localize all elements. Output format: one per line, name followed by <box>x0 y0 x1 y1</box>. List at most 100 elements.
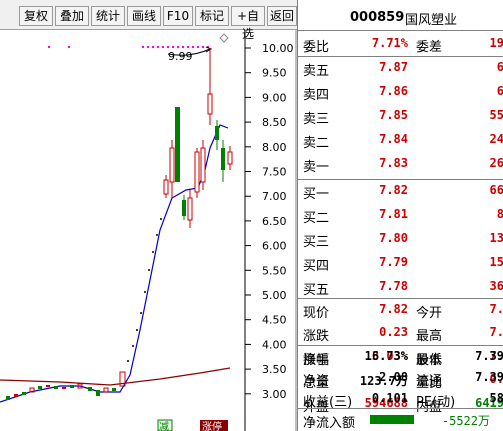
sell-row[interactable]: 卖三 7.85 55 <box>298 105 503 129</box>
buy-row[interactable]: 买三 7.80 13 <box>298 228 503 252</box>
f10-button[interactable]: F10 <box>163 6 193 26</box>
level-label: 买四 <box>303 259 330 274</box>
price-tick-label: 5.00 <box>262 289 287 302</box>
sell-row[interactable]: 卖五 7.87 6 <box>298 57 503 81</box>
back-button[interactable]: 返回 <box>267 6 297 26</box>
netflow-label: 净流入额 <box>303 416 356 431</box>
svg-text:减: 减 <box>159 421 169 431</box>
buy-row[interactable]: 买二 7.81 8 <box>298 204 503 228</box>
stat-value: 0.101 <box>371 391 408 405</box>
sell-row[interactable]: 卖一 7.83 26 <box>298 153 503 177</box>
stock-code: 000859 <box>350 10 405 25</box>
stat-value: 7.39 <box>475 370 503 384</box>
level-price: 7.85 <box>379 108 408 122</box>
draw-line-button[interactable]: 画线 <box>127 6 161 26</box>
level-volume: 24 <box>489 132 503 146</box>
chart-toolbar: 复权 叠加 统计 画线 F10 标记 +自选 返回 <box>0 0 297 41</box>
weibi-row: 委比 7.71% 委差 19 <box>298 33 503 57</box>
price-tick-label: 8.50 <box>262 116 287 129</box>
stat-value: 16.73% <box>364 349 408 363</box>
stat-value: 7. <box>489 302 503 316</box>
price-tick-label: 4.50 <box>262 314 287 327</box>
level-volume: 15 <box>489 255 503 269</box>
stat-label: 今开 <box>416 306 443 321</box>
stat-label: 涨跌 <box>303 329 330 345</box>
netflow-row: 净流入额 -5522万 <box>298 409 503 431</box>
buy-row[interactable]: 买一 7.82 66 <box>298 180 503 204</box>
level-price: 7.81 <box>379 207 408 221</box>
netflow-bar <box>370 415 414 424</box>
level-price: 7.87 <box>379 60 408 74</box>
sell-row[interactable]: 卖四 7.86 6 <box>298 81 503 105</box>
level-price: 7.82 <box>379 183 408 197</box>
stat-label: 现价 <box>303 306 330 321</box>
stat-label: 股本 <box>416 353 443 368</box>
kline-svg: 10.00 9.50 9.00 8.50 8.00 7.50 7.00 6.50 6.00 5.5… <box>0 30 297 431</box>
price-tick-label: 10.00 <box>262 42 294 55</box>
weibi-value: 7.71% <box>371 36 408 50</box>
price-tick-label: 4.00 <box>262 338 287 351</box>
stat-value: 7. <box>489 325 503 340</box>
buy-row[interactable]: 买五 7.78 36 <box>298 276 503 300</box>
stat-label: 换手 <box>303 353 330 368</box>
price-tick-label: 9.50 <box>262 67 287 80</box>
ma-short-line <box>0 124 229 403</box>
kline-chart[interactable]: 10.00 9.50 9.00 8.50 8.00 7.50 7.00 6.50 6.00 5.5… <box>0 30 297 431</box>
buy-row[interactable]: 买四 7.79 15 <box>298 252 503 276</box>
level-volume: 36 <box>489 279 503 293</box>
price-tick-label: 6.50 <box>262 215 287 228</box>
stock-header: 000859 国风塑业 <box>298 6 503 31</box>
price-axis: 10.00 9.50 9.00 8.50 8.00 7.50 7.00 6.50 6.00 5.5… <box>245 42 294 401</box>
level-label: 卖四 <box>303 88 330 103</box>
stat-label: 净资 <box>303 374 330 389</box>
level-price: 7.80 <box>379 231 408 245</box>
netflow-value: -5522万 <box>441 414 490 428</box>
level-price: 7.78 <box>379 279 408 293</box>
level-volume: 6 <box>496 84 503 98</box>
level-label: 买三 <box>303 235 330 250</box>
mark-button[interactable]: 标记 <box>195 6 229 26</box>
overlay-button[interactable]: 叠加 <box>55 6 89 26</box>
level-price: 7.84 <box>379 132 408 146</box>
fuquan-button[interactable]: 复权 <box>19 6 53 26</box>
price-tick-label: 7.50 <box>262 166 287 179</box>
level-price: 7.83 <box>379 156 408 170</box>
level-price: 7.79 <box>379 255 408 269</box>
statistics-button[interactable]: 统计 <box>91 6 125 26</box>
level-volume: 13 <box>489 231 503 245</box>
level-price: 7.86 <box>379 84 408 98</box>
high-price-label: 9.99 <box>168 50 193 63</box>
candles <box>6 48 233 400</box>
level-volume: 55 <box>489 108 503 122</box>
level-volume: 8 <box>496 207 503 221</box>
stat-label: 最高 <box>416 329 443 345</box>
level-label: 买五 <box>303 283 330 298</box>
stock-name: 国风塑业 <box>405 13 458 28</box>
stat-value: 7.39 <box>475 349 503 363</box>
level-label: 卖二 <box>303 136 330 151</box>
stat-value: 2.08 <box>379 370 408 384</box>
app-window: 复权 叠加 统计 画线 F10 标记 +自选 返回 10.00 9.50 9.00 8… <box>0 0 503 431</box>
price-tick-label: 5.50 <box>262 264 287 277</box>
stat-label: 流通 <box>416 374 443 389</box>
price-tick-label: 6.00 <box>262 240 287 253</box>
level-volume: 6 <box>496 60 503 74</box>
level-volume: 26 <box>489 156 503 170</box>
stat-value: 7.82 <box>379 302 408 316</box>
price-tick-label: 3.00 <box>262 388 287 401</box>
add-watchlist-button[interactable]: +自选 <box>231 6 265 41</box>
weicha-value: 19 <box>489 36 503 50</box>
sell-row[interactable]: 卖二 7.84 24 <box>298 129 503 153</box>
quote-panel: 000859 国风塑业 委比 7.71% 委差 19 卖五 7.87 6 卖四 7.86… <box>297 0 503 431</box>
level-label: 卖三 <box>303 112 330 127</box>
level-label: 买一 <box>303 187 330 202</box>
weibi-label: 委比 <box>303 40 330 55</box>
price-tick-label: 8.00 <box>262 141 287 154</box>
price-tick-label: 9.00 <box>262 91 287 104</box>
price-tick-label: 7.00 <box>262 190 287 203</box>
level-label: 卖五 <box>303 64 330 79</box>
stat-value: 58 <box>489 391 503 405</box>
stat-row: 现价 7.82 今开 7. <box>298 299 503 323</box>
stat-row: 涨跌 0.23 最高 7. <box>298 322 503 346</box>
dotted-markers <box>48 46 212 48</box>
